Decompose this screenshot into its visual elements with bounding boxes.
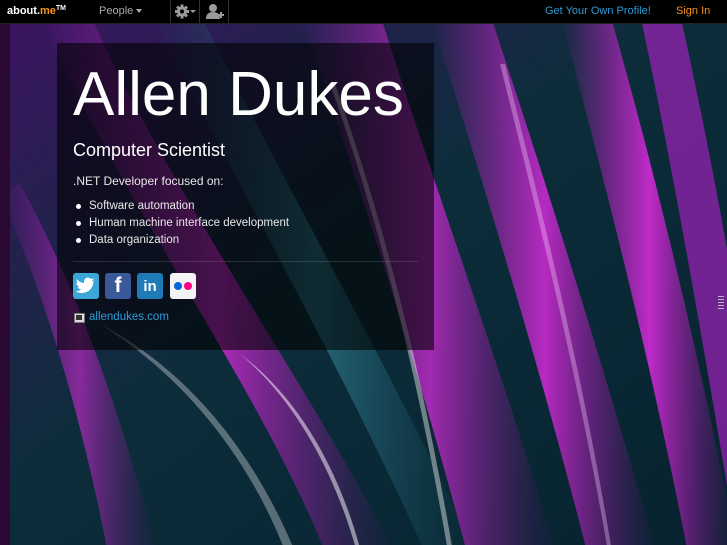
twitter-button[interactable] [73,273,99,299]
left-edge-strip [0,24,10,545]
facebook-button[interactable]: f [105,273,131,299]
about-me-logo[interactable]: about.meTM [7,5,66,17]
website-icon [74,313,85,323]
twitter-icon [76,277,95,293]
list-item: Human machine interface development [73,215,289,232]
profile-name: Allen Dukes [73,60,404,129]
chevron-down-icon [136,9,143,14]
account-button[interactable] [199,0,229,23]
flickr-button[interactable] [170,273,196,299]
linkedin-button[interactable]: in [137,273,163,299]
logo-trademark: TM [55,5,67,12]
profile-panel: Allen Dukes Computer Scientist .NET Deve… [57,43,434,350]
logo-accent: me [40,5,56,17]
divider [73,261,418,262]
profile-headline: Computer Scientist [73,140,226,160]
chevron-down-icon [190,10,196,13]
resize-grip[interactable] [718,296,724,310]
logo-text: about. [7,5,40,17]
people-menu-label: People [99,5,134,17]
focus-list: Software automation Human machine interf… [73,198,289,249]
gear-icon [175,4,196,19]
people-menu[interactable]: People [99,5,143,17]
top-navigation-bar: about.meTM People Get Your Own Profile! … [0,0,727,24]
settings-menu-button[interactable] [170,0,199,23]
flickr-icon [174,282,192,290]
linkedin-icon: in [143,277,157,295]
list-item: Software automation [73,198,289,215]
list-item: Data organization [73,232,289,249]
user-add-icon [206,4,224,19]
website-link[interactable]: allendukes.com [89,311,169,323]
facebook-icon: f [114,274,122,297]
profile-intro: .NET Developer focused on: [73,174,224,188]
get-your-own-profile-link[interactable]: Get Your Own Profile! [545,5,651,17]
sign-in-link[interactable]: Sign In [676,5,710,17]
